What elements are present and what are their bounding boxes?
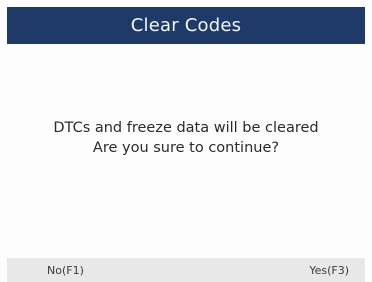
yes-button[interactable]: Yes(F3) <box>309 264 349 277</box>
clear-codes-screen: Clear Codes DTCs and freeze data will be… <box>0 0 372 282</box>
confirmation-message: DTCs and freeze data will be cleared Are… <box>7 118 365 158</box>
function-key-bar: No(F1) Yes(F3) <box>7 258 365 282</box>
page-title: Clear Codes <box>130 15 242 36</box>
message-line-1: DTCs and freeze data will be cleared <box>53 120 319 136</box>
message-line-2: Are you sure to continue? <box>92 140 280 156</box>
no-button[interactable]: No(F1) <box>47 264 84 277</box>
title-bar: Clear Codes <box>7 7 365 44</box>
